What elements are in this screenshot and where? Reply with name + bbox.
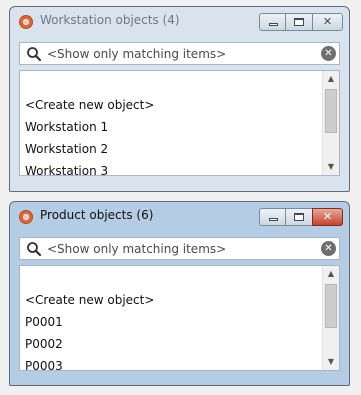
scroll-down-icon[interactable]: ▼ — [323, 354, 339, 370]
window-controls: ✕ — [259, 13, 343, 31]
title-bar[interactable]: Product objects (6) ✕ — [10, 202, 349, 230]
create-new-object-item[interactable]: <Create new object> — [25, 95, 154, 115]
workstation-objects-window: Workstation objects (4) ✕ ✕ <Create new … — [9, 6, 350, 192]
vertical-scrollbar[interactable]: ▲ ▼ — [322, 71, 339, 175]
window-title: Product objects (6) — [40, 208, 154, 222]
minimize-button[interactable] — [259, 13, 286, 31]
app-icon — [19, 15, 33, 29]
product-objects-window: Product objects (6) ✕ ✕ <Create new obje… — [9, 201, 350, 386]
scroll-up-icon[interactable]: ▲ — [323, 71, 339, 87]
search-icon — [27, 47, 42, 62]
object-list: <Create new object> P0001 P0002 P0003 ▲ … — [19, 265, 340, 371]
list-item[interactable]: Workstation 1 — [25, 117, 108, 137]
title-bar[interactable]: Workstation objects (4) ✕ — [10, 7, 349, 35]
search-input[interactable] — [47, 43, 315, 64]
create-new-object-item[interactable]: <Create new object> — [25, 290, 154, 310]
minimize-icon — [269, 23, 278, 26]
maximize-icon — [294, 18, 304, 26]
clear-search-icon[interactable]: ✕ — [321, 241, 336, 256]
maximize-button[interactable] — [286, 13, 312, 31]
list-item[interactable]: P0003 — [25, 356, 63, 370]
window-controls: ✕ — [259, 208, 343, 226]
scroll-thumb[interactable] — [325, 89, 337, 133]
close-icon: ✕ — [322, 15, 333, 28]
close-button[interactable]: ✕ — [312, 208, 343, 226]
minimize-button[interactable] — [259, 208, 286, 226]
scroll-down-icon[interactable]: ▼ — [323, 159, 339, 175]
maximize-button[interactable] — [286, 208, 312, 226]
search-icon — [27, 242, 42, 257]
maximize-icon — [294, 213, 304, 221]
scroll-thumb[interactable] — [325, 284, 337, 328]
app-icon — [19, 210, 33, 224]
object-list: <Create new object> Workstation 1 Workst… — [19, 70, 340, 176]
search-box: ✕ — [19, 237, 340, 260]
list-item[interactable]: Workstation 2 — [25, 139, 108, 159]
scroll-up-icon[interactable]: ▲ — [323, 266, 339, 282]
search-box: ✕ — [19, 42, 340, 65]
clear-search-icon[interactable]: ✕ — [321, 46, 336, 61]
close-button[interactable]: ✕ — [312, 13, 343, 31]
list-item[interactable]: Workstation 3 — [25, 161, 108, 175]
vertical-scrollbar[interactable]: ▲ ▼ — [322, 266, 339, 370]
list-rows: <Create new object> P0001 P0002 P0003 — [20, 266, 322, 370]
list-rows: <Create new object> Workstation 1 Workst… — [20, 71, 322, 175]
close-icon: ✕ — [322, 210, 333, 223]
search-input[interactable] — [47, 238, 315, 259]
minimize-icon — [269, 218, 278, 221]
list-item[interactable]: P0002 — [25, 334, 63, 354]
list-item[interactable]: P0001 — [25, 312, 63, 332]
window-title: Workstation objects (4) — [40, 13, 180, 27]
